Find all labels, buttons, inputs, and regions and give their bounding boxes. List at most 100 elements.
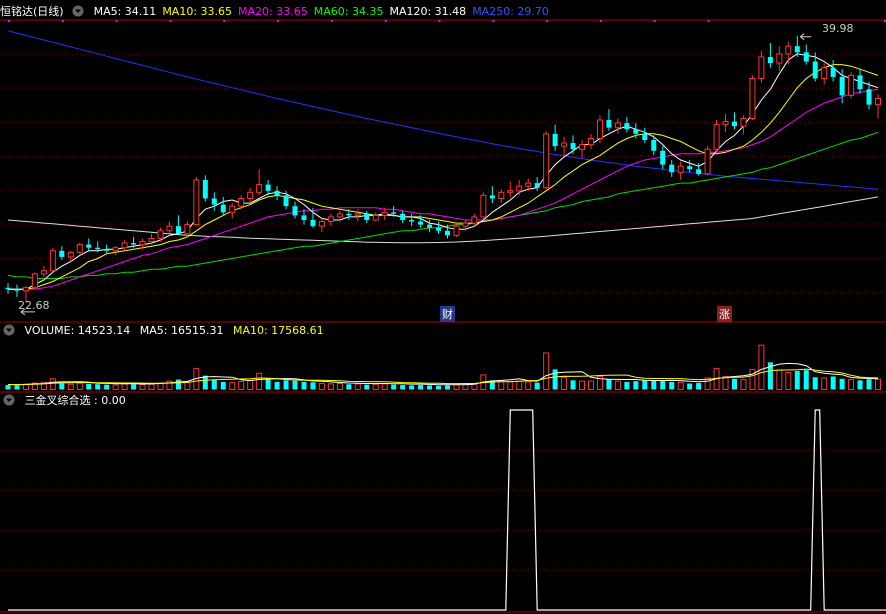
candle-body (274, 190, 280, 196)
indicator-label: 三金叉综合选 : 0.00 (24, 394, 126, 407)
volume-bar (327, 383, 334, 390)
candle-body (642, 133, 648, 140)
candle-body (606, 120, 612, 128)
signal-dot (115, 20, 118, 22)
volume-ma5: MA5: 16515.31 (139, 324, 224, 337)
volume-bar (731, 378, 737, 390)
candle-body (318, 221, 325, 227)
candle-body (336, 213, 343, 218)
volume-bar (830, 376, 836, 390)
candle-body (875, 97, 881, 106)
candle-body (444, 230, 450, 236)
candle-body (489, 195, 495, 199)
volume-bar (292, 380, 298, 390)
candle-body (193, 179, 200, 226)
stock-chart-window: 恒铭达(日线) MA5: 34.11 MA10: 33.65 MA20: 33.65… (0, 0, 886, 614)
candle-body (561, 142, 568, 147)
candle-body (696, 169, 702, 174)
volume-bar (381, 383, 388, 390)
candle-body (112, 247, 119, 252)
volume-bar (848, 379, 855, 390)
volume-bar (409, 385, 415, 390)
volume-bar (283, 380, 289, 390)
candle-body (525, 182, 532, 187)
volume-bar (758, 344, 765, 390)
candle-body (372, 214, 379, 221)
volume-bar (104, 384, 110, 390)
ma250-line (7, 30, 879, 190)
candle-body (687, 166, 693, 170)
candle-body (866, 89, 872, 105)
candle-body (49, 250, 56, 272)
volume-bar (372, 383, 379, 390)
candle-body (166, 225, 173, 232)
volume-bar (436, 385, 442, 390)
signal-dot (277, 20, 280, 22)
chevron-down-icon[interactable] (72, 5, 84, 17)
chevron-down-icon[interactable] (3, 324, 15, 336)
candle-body (436, 227, 442, 231)
volume-bar (866, 379, 872, 390)
candle-body (229, 205, 236, 213)
stock-title: 恒铭达(日线) (0, 5, 64, 18)
candle-body (40, 270, 47, 275)
volume-bar (839, 378, 845, 390)
volume-bar (749, 368, 756, 390)
candle-body (418, 221, 424, 225)
volume-bar (274, 381, 280, 390)
candle-body (121, 242, 128, 249)
candle-body (651, 140, 657, 151)
candle-body (184, 224, 191, 235)
ma-legend-item: MA5: 34.11 (93, 5, 157, 18)
signal-dot (707, 20, 710, 22)
volume-bar (543, 352, 550, 390)
candle-body (480, 194, 487, 218)
candle-body (803, 52, 809, 62)
volume-bar (794, 370, 800, 390)
candle-body (346, 213, 352, 216)
signal-dot (223, 20, 226, 22)
volume-bar (22, 383, 29, 390)
ma-legend-item: MA120: 31.48 (389, 5, 467, 18)
candle-body (220, 204, 226, 213)
candle-body (704, 148, 711, 175)
volume-bar (651, 380, 657, 390)
candle-body (327, 216, 334, 223)
candle-body (677, 165, 684, 173)
volume-bar (696, 383, 702, 390)
volume-bar (498, 380, 505, 390)
volume-ma5-line (7, 362, 879, 386)
candle-body (76, 244, 83, 253)
event-marker-cai[interactable]: 财 (440, 306, 455, 322)
volume-bar (812, 377, 818, 390)
volume-bar (418, 385, 424, 390)
volume-bar (112, 384, 119, 390)
candle-body (238, 197, 245, 207)
volume-bar (534, 382, 540, 390)
volume-bar (785, 372, 792, 390)
candle-body (265, 184, 271, 191)
candle-body (104, 249, 110, 251)
candle-body (22, 287, 29, 292)
signal-dot (546, 20, 549, 22)
volume-bar (265, 379, 271, 390)
volume-bar (346, 384, 352, 390)
volume-bar (5, 385, 11, 390)
volume-bar (229, 382, 236, 390)
volume-bar (49, 378, 56, 390)
chevron-down-icon[interactable] (3, 394, 15, 406)
candle-body (534, 183, 540, 188)
ma10-line (8, 64, 879, 290)
event-marker-zhang[interactable]: 涨 (717, 306, 732, 322)
candle-body (95, 247, 101, 250)
ma-legend-item: MA10: 33.65 (162, 5, 233, 18)
candle-body (462, 222, 469, 227)
volume-bar (606, 379, 612, 390)
candle-body (516, 185, 523, 192)
candle-body (14, 289, 20, 291)
candle-body (157, 230, 164, 239)
candle-body (409, 220, 415, 222)
ma120-line (7, 196, 879, 244)
volume-bar (336, 382, 343, 390)
volume-bar (821, 377, 828, 390)
